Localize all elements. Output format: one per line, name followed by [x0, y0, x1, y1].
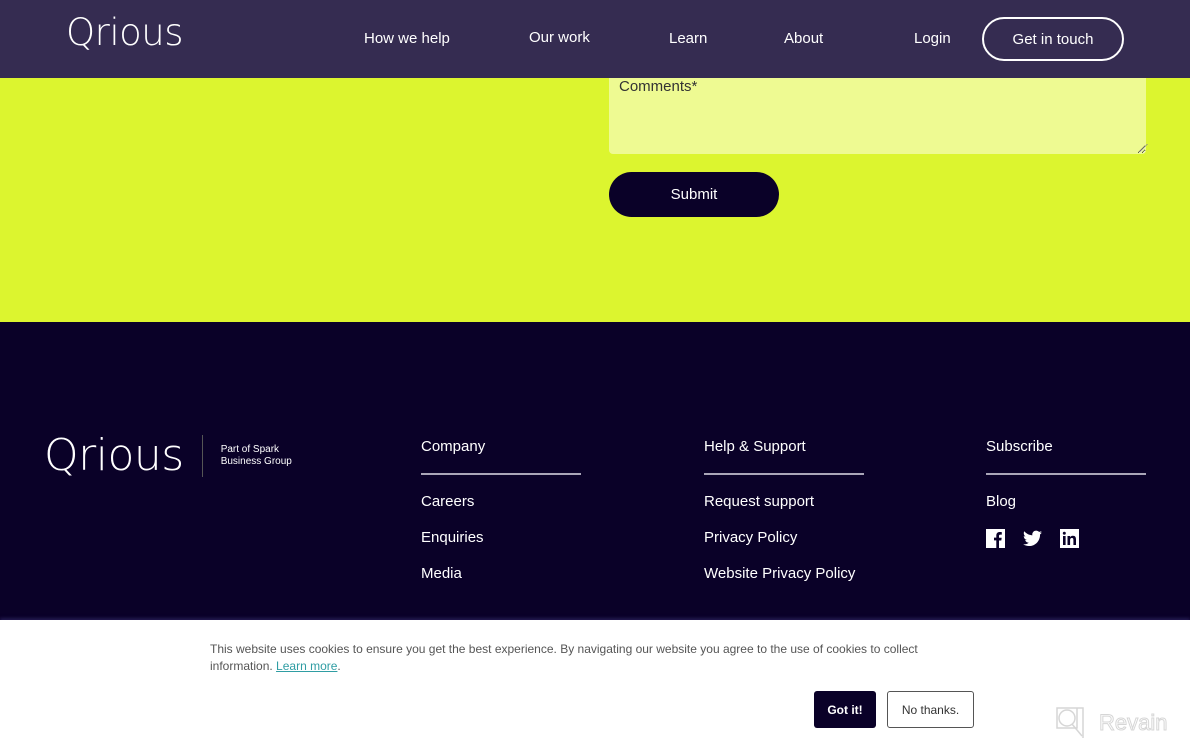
logo-text: Qrious [66, 11, 183, 54]
column-divider [421, 473, 581, 475]
footer-link-media[interactable]: Media [421, 565, 581, 601]
nav-learn[interactable]: Learn [669, 30, 707, 47]
footer-link-careers[interactable]: Careers [421, 493, 581, 529]
footer-link-privacy-policy[interactable]: Privacy Policy [704, 529, 864, 565]
logo-divider [201, 435, 203, 477]
get-in-touch-button[interactable]: Get in touch [982, 17, 1124, 61]
column-divider [704, 473, 864, 475]
tagline-line-1: Part of Spark [220, 444, 280, 455]
watermark-text: Revain [1098, 710, 1168, 736]
cookie-message: This website uses cookies to ensure you … [210, 642, 918, 673]
column-heading: Subscribe [986, 438, 1053, 455]
site-header: Qrious How we help Our work Learn About … [0, 0, 1190, 78]
nav-our-work[interactable]: Our work [529, 29, 590, 46]
footer-column-subscribe: Subscribe Blog [986, 438, 1146, 548]
revain-watermark: Revain [1055, 706, 1168, 740]
spark-tagline: Part of Spark Business Group [221, 444, 292, 468]
nav-about[interactable]: About [784, 30, 823, 47]
footer-link-blog[interactable]: Blog [986, 493, 1146, 529]
accept-cookies-button[interactable]: Got it! [814, 691, 876, 728]
column-heading: Help & Support [704, 438, 806, 455]
social-links [986, 529, 1146, 548]
footer-logo: Qrious Part of Spark Business Group [44, 434, 292, 478]
learn-more-link[interactable]: Learn more [276, 659, 337, 673]
nav-how-we-help[interactable]: How we help [364, 30, 450, 47]
linkedin-icon[interactable] [1060, 529, 1079, 548]
submit-button[interactable]: Submit [609, 172, 779, 217]
revain-logo-icon [1056, 707, 1084, 738]
decline-cookies-button[interactable]: No thanks. [887, 691, 974, 728]
qrious-logo[interactable]: Qrious [66, 14, 183, 51]
twitter-icon[interactable] [1023, 529, 1042, 548]
tagline-line-2: Business Group [220, 456, 292, 467]
site-footer: Qrious Part of Spark Business Group Comp… [0, 322, 1190, 620]
footer-link-request-support[interactable]: Request support [704, 493, 864, 529]
column-heading: Company [421, 438, 486, 455]
footer-link-enquiries[interactable]: Enquiries [421, 529, 581, 565]
contact-form-section: Comments* Submit [0, 78, 1190, 322]
footer-column-help-support: Help & Support Request support Privacy P… [704, 438, 864, 601]
comments-label: Comments* [619, 78, 698, 95]
footer-logo-text: Qrious [44, 430, 184, 481]
nav-login[interactable]: Login [914, 30, 951, 47]
column-divider [986, 473, 1146, 475]
footer-column-company: Company Careers Enquiries Media [421, 438, 581, 601]
footer-link-website-privacy-policy[interactable]: Website Privacy Policy [704, 565, 864, 601]
facebook-icon[interactable] [986, 529, 1005, 548]
cookie-banner: This website uses cookies to ensure you … [0, 620, 1190, 753]
